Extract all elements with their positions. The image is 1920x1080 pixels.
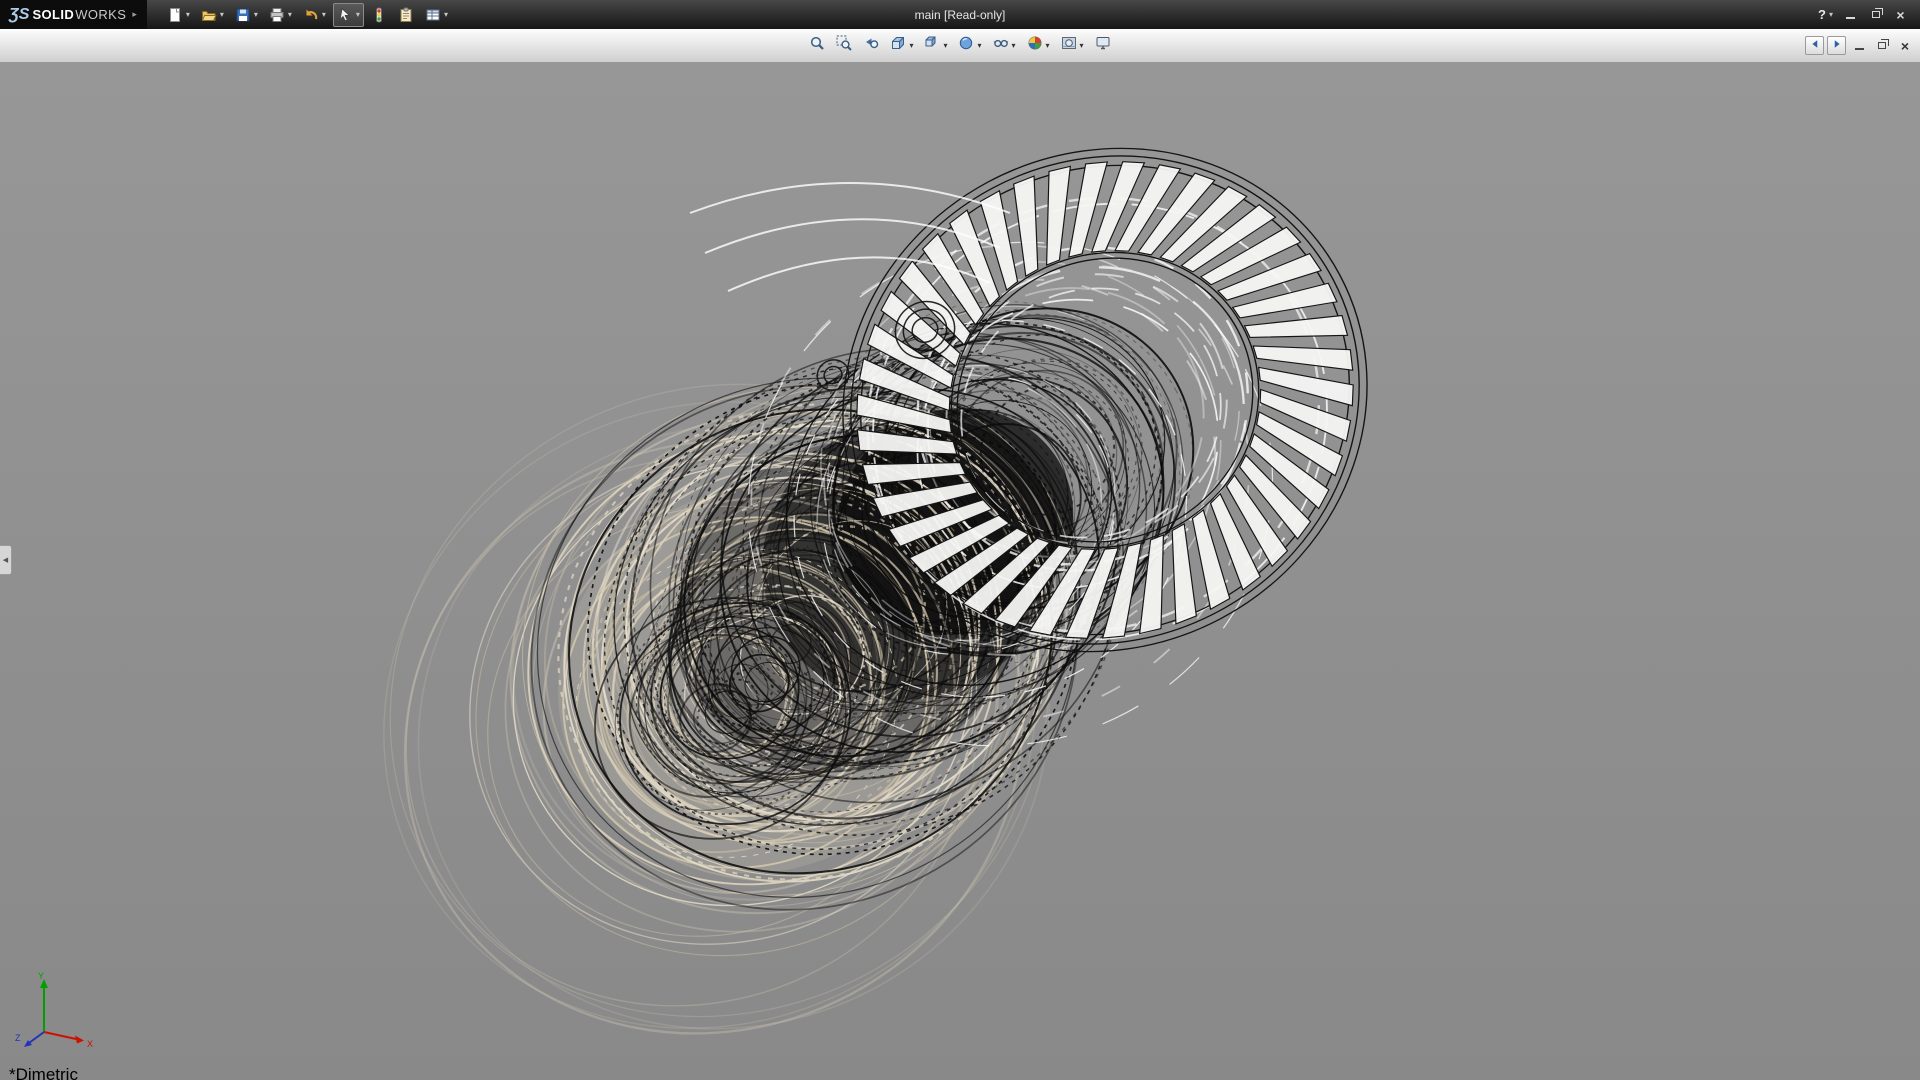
3ds-logo-icon: ƷS: [9, 6, 29, 24]
zoom-fit-button[interactable]: [805, 33, 829, 59]
file-properties-icon: [398, 7, 414, 23]
undo-button[interactable]: ▾: [299, 3, 330, 27]
view-orientation-label: *Dimetric: [9, 1065, 78, 1080]
doc-close-button[interactable]: ×: [1895, 37, 1915, 54]
doc-restore-button[interactable]: [1872, 37, 1892, 54]
zoom-fit-icon: [809, 35, 825, 56]
minimize-icon: [1846, 17, 1855, 19]
rebuild-button[interactable]: [367, 3, 391, 27]
open-button[interactable]: ▾: [197, 3, 228, 27]
print-button[interactable]: ▾: [265, 3, 296, 27]
save-icon: [235, 7, 251, 23]
doc-minimize-button[interactable]: [1849, 37, 1869, 54]
hide-show-icon: [993, 35, 1009, 56]
select-icon: [337, 7, 353, 23]
dropdown-arrow-icon[interactable]: ▾: [909, 41, 913, 50]
graphics-area[interactable]: ◀ Y X Z *Dimetric: [0, 63, 1920, 1080]
view-settings-button[interactable]: [1091, 33, 1115, 59]
undo-icon: [303, 7, 319, 23]
dropdown-arrow-icon[interactable]: ▾: [1080, 41, 1084, 50]
hide-show-button[interactable]: ▾: [989, 33, 1020, 59]
zoom-area-icon: [836, 35, 852, 56]
display-style-button[interactable]: ▾: [954, 33, 985, 59]
appearance-button[interactable]: ▾: [1023, 33, 1054, 59]
dropdown-arrow-icon[interactable]: ▾: [322, 10, 326, 19]
view-settings-icon: [1095, 35, 1111, 56]
engine-wireframe-model[interactable]: [0, 63, 1920, 1080]
dropdown-arrow-icon[interactable]: ▾: [1829, 10, 1833, 19]
options-button[interactable]: ▾: [421, 3, 452, 27]
view-orientation-button[interactable]: ▾: [920, 33, 951, 59]
section-view-icon: [890, 35, 906, 56]
file-properties-button[interactable]: [394, 3, 418, 27]
brand-solid-text: SOLID: [32, 7, 74, 22]
titlebar: ƷS SOLID WORKS ▸ ▾▾▾▾▾▾▾ main [Read-only…: [0, 0, 1920, 29]
dropdown-arrow-icon[interactable]: ▾: [977, 41, 981, 50]
dropdown-arrow-icon[interactable]: ▾: [288, 10, 292, 19]
triad-z-label: Z: [15, 1033, 21, 1043]
zoom-area-button[interactable]: [832, 33, 856, 59]
document-window-controls: ×: [1805, 29, 1915, 62]
main-toolbar: ▾ ▾ ▾ ▾ ▾ ▾ ▾: [163, 3, 452, 27]
menu-expander-icon[interactable]: ▸: [132, 9, 137, 20]
heads-up-toolbar: ▾ ▾ ▾ ▾ ▾ ▾ ×: [0, 29, 1920, 63]
print-icon: [269, 7, 285, 23]
previous-view-icon: [863, 35, 879, 56]
restore-button[interactable]: [1864, 5, 1887, 24]
dropdown-arrow-icon[interactable]: ▾: [444, 10, 448, 19]
options-icon: [425, 7, 441, 23]
dropdown-arrow-icon[interactable]: ▾: [1046, 41, 1050, 50]
previous-view-button[interactable]: [859, 33, 883, 59]
pane-left-arrow-icon: [1809, 37, 1821, 55]
doc-close-icon: ×: [1901, 39, 1909, 53]
dropdown-arrow-icon[interactable]: ▾: [254, 10, 258, 19]
minimize-button[interactable]: [1839, 5, 1862, 24]
dropdown-arrow-icon[interactable]: ▾: [1012, 41, 1016, 50]
section-view-button[interactable]: ▾: [886, 33, 917, 59]
view-orientation-icon: [924, 35, 940, 56]
rebuild-icon: [371, 7, 387, 23]
help-icon: ?: [1818, 7, 1826, 22]
display-style-icon: [958, 35, 974, 56]
view-tools-strip: ▾ ▾ ▾ ▾ ▾ ▾: [805, 33, 1114, 59]
scene-button[interactable]: ▾: [1057, 33, 1088, 59]
scene-icon: [1061, 35, 1077, 56]
pane-right-arrow-icon: [1831, 37, 1843, 55]
pane-scroll-right-button[interactable]: [1827, 36, 1846, 55]
doc-minimize-icon: [1855, 48, 1864, 50]
orientation-triad: Y X Z: [14, 970, 106, 1052]
save-button[interactable]: ▾: [231, 3, 262, 27]
select-button[interactable]: ▾: [333, 3, 364, 27]
close-button[interactable]: ×: [1889, 5, 1912, 24]
new-document-icon: [167, 7, 183, 23]
appearance-icon: [1027, 35, 1043, 56]
triad-y-label: Y: [38, 971, 44, 981]
restore-icon: [1872, 11, 1880, 18]
solidworks-logo: ƷS SOLID WORKS ▸: [0, 0, 147, 29]
open-icon: [201, 7, 217, 23]
close-icon: ×: [1896, 8, 1904, 22]
pane-scroll-left-button[interactable]: [1805, 36, 1824, 55]
triad-x-label: X: [87, 1039, 93, 1049]
dropdown-arrow-icon[interactable]: ▾: [186, 10, 190, 19]
dropdown-arrow-icon[interactable]: ▾: [356, 10, 360, 19]
doc-restore-icon: [1878, 42, 1886, 49]
dropdown-arrow-icon[interactable]: ▾: [943, 41, 947, 50]
panel-collapse-tab[interactable]: ◀: [0, 545, 12, 575]
dropdown-arrow-icon[interactable]: ▾: [220, 10, 224, 19]
collapse-arrow-icon: ◀: [3, 556, 8, 564]
new-document-button[interactable]: ▾: [163, 3, 194, 27]
help-button[interactable]: ? ▾: [1814, 3, 1837, 27]
brand-works-text: WORKS: [75, 7, 126, 22]
titlebar-window-controls: ? ▾ ×: [1814, 3, 1920, 27]
